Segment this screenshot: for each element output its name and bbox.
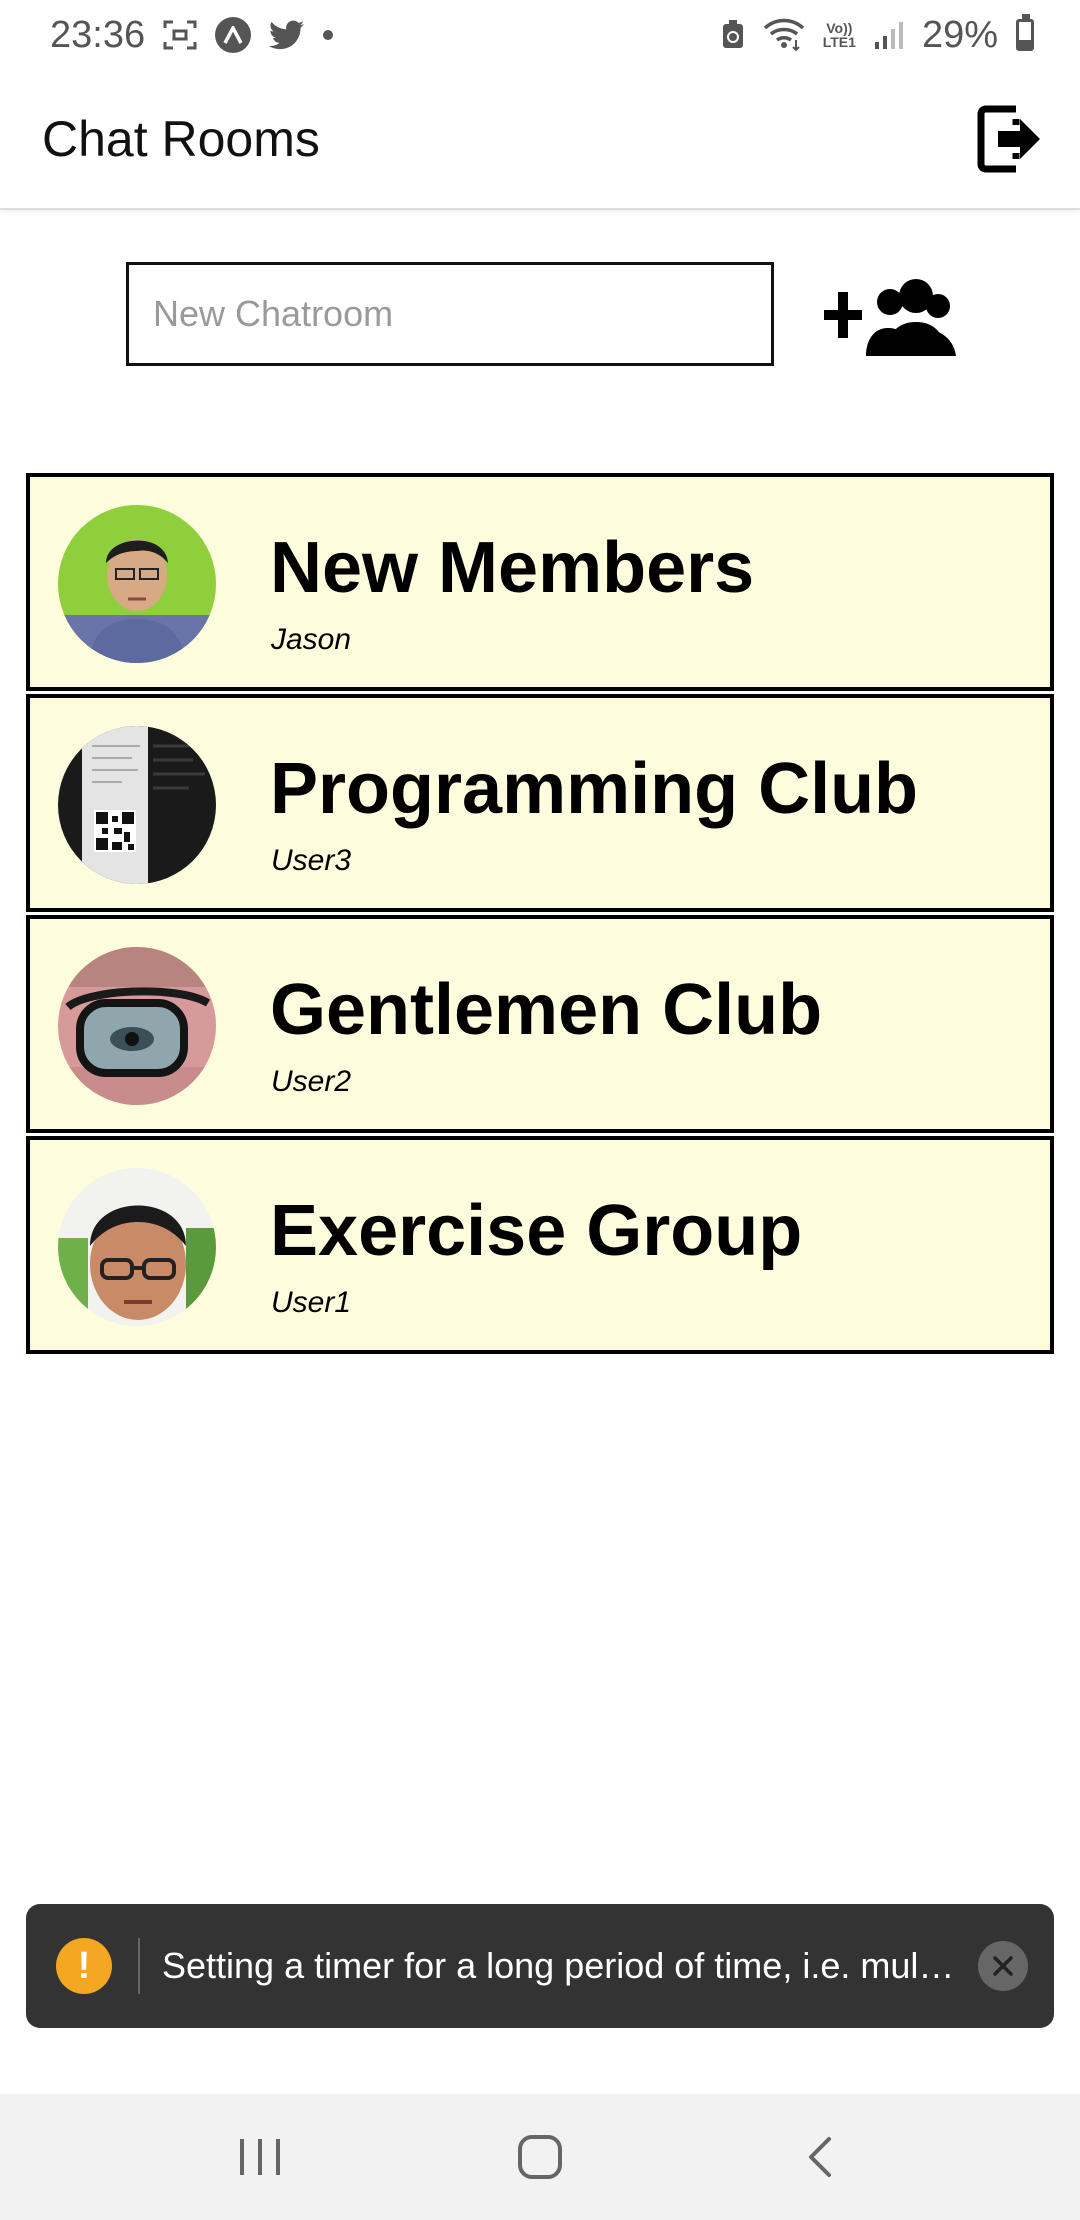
- chatroom-name: Gentlemen Club: [270, 970, 823, 1050]
- close-icon: [993, 1956, 1013, 1976]
- chatroom-user: User1: [271, 1286, 352, 1319]
- chatroom-name: New Members: [270, 528, 755, 608]
- back-icon: [809, 2137, 831, 2177]
- signal-icon: [874, 20, 904, 50]
- battery-icon: [1016, 14, 1034, 51]
- chatroom-user: User2: [271, 1065, 352, 1098]
- recent-apps-icon: [240, 2139, 280, 2175]
- avatar: [58, 1168, 216, 1326]
- chatroom-name: Exercise Group: [270, 1191, 803, 1271]
- dot-icon: [323, 30, 334, 40]
- a-circle-icon: [215, 17, 252, 53]
- avatar: [58, 726, 216, 884]
- status-time: 23:36: [50, 13, 146, 56]
- chatroom-item[interactable]: New Members Jason: [26, 473, 1054, 691]
- chatroom-name: Programming Club: [270, 749, 919, 829]
- chatroom-item[interactable]: Programming Club User3: [26, 694, 1054, 912]
- status-left: 23:36: [50, 13, 334, 57]
- status-bar: 23:36 Vo)) LTE1 29%: [0, 0, 1080, 70]
- chatroom-list: New Members Jason Programming Club User3…: [26, 473, 1054, 1357]
- add-chatroom-button[interactable]: [824, 268, 956, 368]
- home-button[interactable]: [495, 2112, 585, 2202]
- logout-icon: [977, 105, 1040, 173]
- battery-saver-icon: [721, 20, 745, 50]
- chatroom-user: Jason: [271, 623, 352, 656]
- toast-divider: [138, 1938, 140, 1994]
- battery-percent: 29%: [921, 13, 998, 56]
- toast-close-button[interactable]: [978, 1941, 1028, 1991]
- chatroom-item[interactable]: Gentlemen Club User2: [26, 915, 1054, 1133]
- app-bar: Chat Rooms: [0, 70, 1080, 210]
- battery-fill: [1019, 40, 1031, 48]
- system-nav-bar: [0, 2094, 1080, 2220]
- avatar: [58, 505, 216, 663]
- home-icon: [518, 2135, 562, 2179]
- toast-message: Setting a timer for a long period of tim…: [162, 1945, 964, 1986]
- screenshot-icon: [163, 20, 197, 50]
- chatroom-item[interactable]: Exercise Group User1: [26, 1136, 1054, 1354]
- new-chatroom-row: [0, 260, 1080, 370]
- warning-icon: !: [56, 1938, 112, 1994]
- back-button[interactable]: [775, 2112, 865, 2202]
- volte-label: Vo)): [826, 20, 853, 36]
- add-group-icon: [824, 279, 956, 356]
- logout-button[interactable]: [974, 99, 1044, 179]
- page-title: Chat Rooms: [42, 111, 320, 167]
- lte-label: LTE1: [822, 34, 856, 50]
- recent-apps-button[interactable]: [215, 2112, 305, 2202]
- status-right: Vo)) LTE1 29%: [721, 14, 1034, 57]
- new-chatroom-input[interactable]: [126, 262, 774, 366]
- warning-toast[interactable]: ! Setting a timer for a long period of t…: [26, 1904, 1054, 2028]
- wifi-icon: [763, 18, 805, 52]
- volte-indicator: Vo)) LTE1: [823, 21, 856, 49]
- chatroom-user: User3: [271, 844, 352, 877]
- twitter-icon: [269, 20, 305, 50]
- avatar: [58, 947, 216, 1105]
